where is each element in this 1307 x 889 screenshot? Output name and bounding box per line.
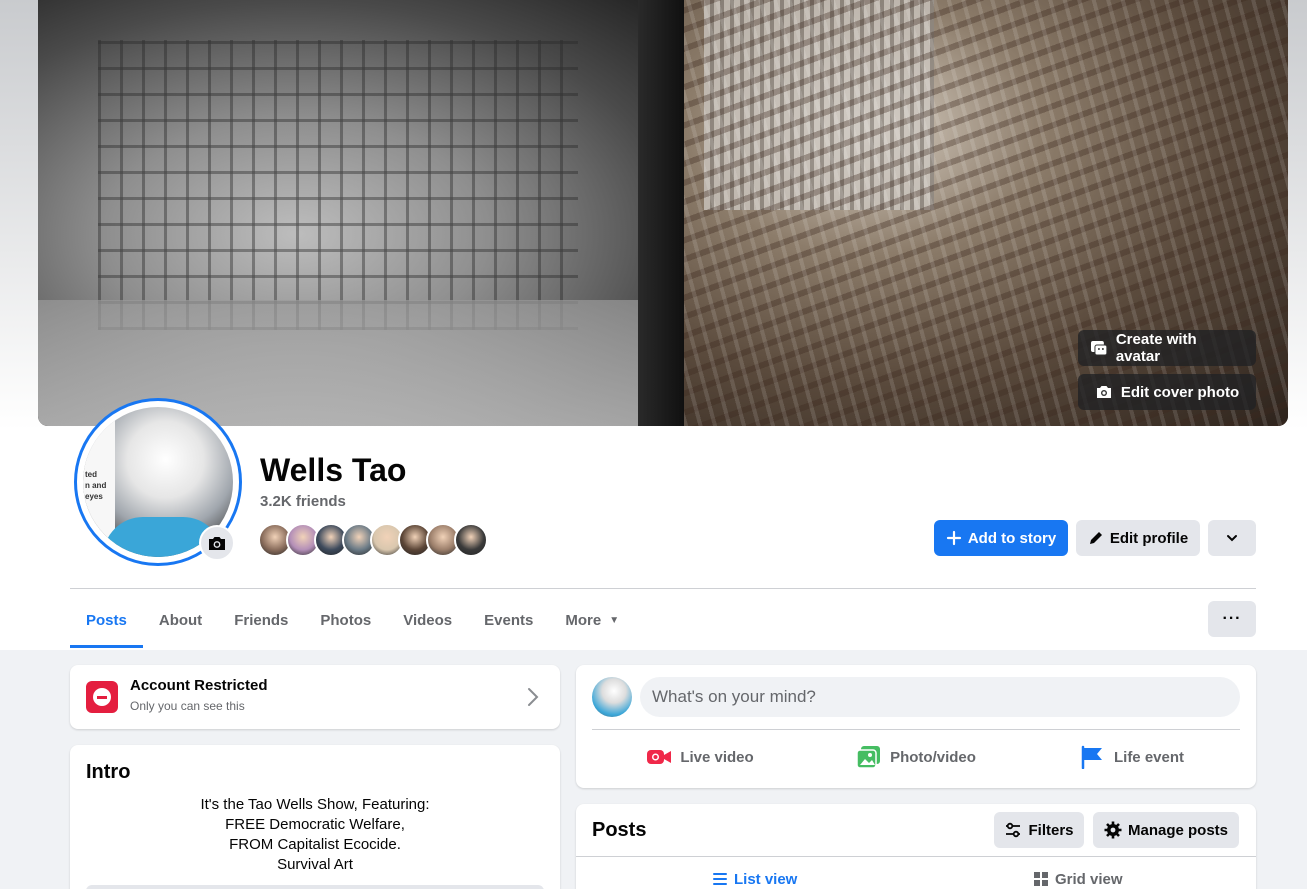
live-video-icon <box>647 750 672 764</box>
update-profile-picture-button[interactable] <box>199 525 235 561</box>
bio-line: Survival Art <box>277 856 353 873</box>
chevron-down-icon <box>1227 535 1237 542</box>
cover-photo-gap <box>638 0 688 426</box>
tab-videos[interactable]: Videos <box>387 592 468 648</box>
grid-icon <box>1034 872 1048 886</box>
avatar-icon <box>1090 341 1108 356</box>
composer-divider <box>592 729 1240 730</box>
live-video-button[interactable]: Live video <box>592 737 808 777</box>
intro-title: Intro <box>86 761 131 783</box>
more-options-button[interactable]: ··· <box>1208 601 1256 637</box>
tab-friends[interactable]: Friends <box>218 592 304 648</box>
tab-label: Videos <box>403 611 453 629</box>
bio-line: FREE Democratic Welfare, <box>225 816 405 833</box>
camera-icon <box>1096 386 1111 398</box>
pencil-icon <box>1089 532 1102 544</box>
account-restricted-card[interactable]: Account Restricted Only you can see this <box>70 665 560 729</box>
avatar-caption-line: ted <box>85 470 97 479</box>
tab-photos[interactable]: Photos <box>304 592 387 648</box>
live-video-label: Live video <box>680 748 754 766</box>
flag-icon <box>1081 745 1102 769</box>
camera-icon <box>209 537 225 550</box>
profile-tabs: Posts About Friends Photos Videos Events… <box>70 592 635 648</box>
composer-actions: Live video Photo/video Life event <box>592 737 1240 777</box>
edit-profile-button[interactable]: Edit profile <box>1076 520 1200 556</box>
tab-events[interactable]: Events <box>468 592 549 648</box>
avatar-caption: ted n and eyes <box>85 469 106 502</box>
create-with-avatar-button[interactable]: Create with avatar <box>1078 330 1256 366</box>
list-view-tab[interactable]: List view <box>712 864 797 889</box>
whats-on-your-mind-input[interactable]: What's on your mind? <box>640 677 1240 717</box>
grid-view-label: Grid view <box>1055 870 1123 888</box>
avatar-caption-line: n and <box>85 481 107 490</box>
life-event-label: Life event <box>1113 748 1185 766</box>
manage-posts-label: Manage posts <box>1127 821 1229 839</box>
filters-button[interactable]: Filters <box>994 812 1084 848</box>
tab-about[interactable]: About <box>143 592 218 648</box>
life-event-button[interactable]: Life event <box>1024 737 1240 777</box>
plus-icon <box>946 530 961 546</box>
tab-label: Photos <box>320 611 372 629</box>
sliders-icon <box>1006 822 1021 838</box>
tab-more[interactable]: More ▼ <box>549 592 635 648</box>
edit-profile-label: Edit profile <box>1109 529 1189 547</box>
list-icon <box>713 873 727 885</box>
gear-icon <box>1104 821 1122 839</box>
edit-bio-button[interactable] <box>86 885 544 889</box>
profile-options-dropdown[interactable] <box>1208 520 1256 556</box>
friends-count-link[interactable]: 3.2K friends <box>260 493 346 510</box>
edit-cover-photo-label: Edit cover photo <box>1120 383 1240 401</box>
posts-divider <box>576 856 1256 857</box>
chevron-right-icon <box>528 688 539 706</box>
manage-posts-button[interactable]: Manage posts <box>1093 812 1239 848</box>
tab-label: Events <box>484 611 534 629</box>
tab-label: Posts <box>86 611 127 629</box>
profile-name: Wells Tao <box>260 452 407 488</box>
create-with-avatar-label: Create with avatar <box>1115 331 1197 365</box>
more-dots-icon: ··· <box>1222 610 1242 627</box>
tab-label: Friends <box>234 611 289 629</box>
tab-posts[interactable]: Posts <box>70 592 143 648</box>
intro-card: Intro It's the Tao Wells Show, Featuring… <box>70 745 560 889</box>
friend-avatar[interactable] <box>454 523 488 557</box>
header-divider <box>70 588 1256 589</box>
add-to-story-button[interactable]: Add to story <box>934 520 1068 556</box>
tab-label: About <box>158 611 203 629</box>
photo-video-label: Photo/video <box>890 748 976 766</box>
restricted-icon <box>86 681 118 713</box>
caret-down-icon: ▼ <box>609 614 620 626</box>
bio-line: FROM Capitalist Ecocide. <box>229 836 401 853</box>
photo-icon <box>856 746 881 769</box>
add-to-story-label: Add to story <box>967 529 1057 547</box>
list-view-label: List view <box>734 870 798 888</box>
post-composer-card: What's on your mind? Live video Photo/vi… <box>576 665 1256 788</box>
posts-card: Posts Filters Manage posts List view Gri… <box>576 804 1256 889</box>
avatar-caption-line: eyes <box>85 492 103 501</box>
posts-title: Posts <box>592 819 647 841</box>
filters-label: Filters <box>1028 821 1074 839</box>
restricted-title: Account Restricted <box>130 677 268 694</box>
edit-cover-photo-button[interactable]: Edit cover photo <box>1078 374 1256 410</box>
restricted-subtitle: Only you can see this <box>130 699 245 713</box>
photo-video-button[interactable]: Photo/video <box>808 737 1024 777</box>
grid-view-tab[interactable]: Grid view <box>1033 864 1123 889</box>
intro-bio: It's the Tao Wells Show, Featuring: FREE… <box>86 795 544 875</box>
cover-structure-grid <box>98 40 578 330</box>
tab-label: More <box>565 611 602 629</box>
bio-line: It's the Tao Wells Show, Featuring: <box>200 796 430 813</box>
composer-avatar[interactable] <box>592 677 632 717</box>
cover-photo-left-image <box>38 0 684 426</box>
